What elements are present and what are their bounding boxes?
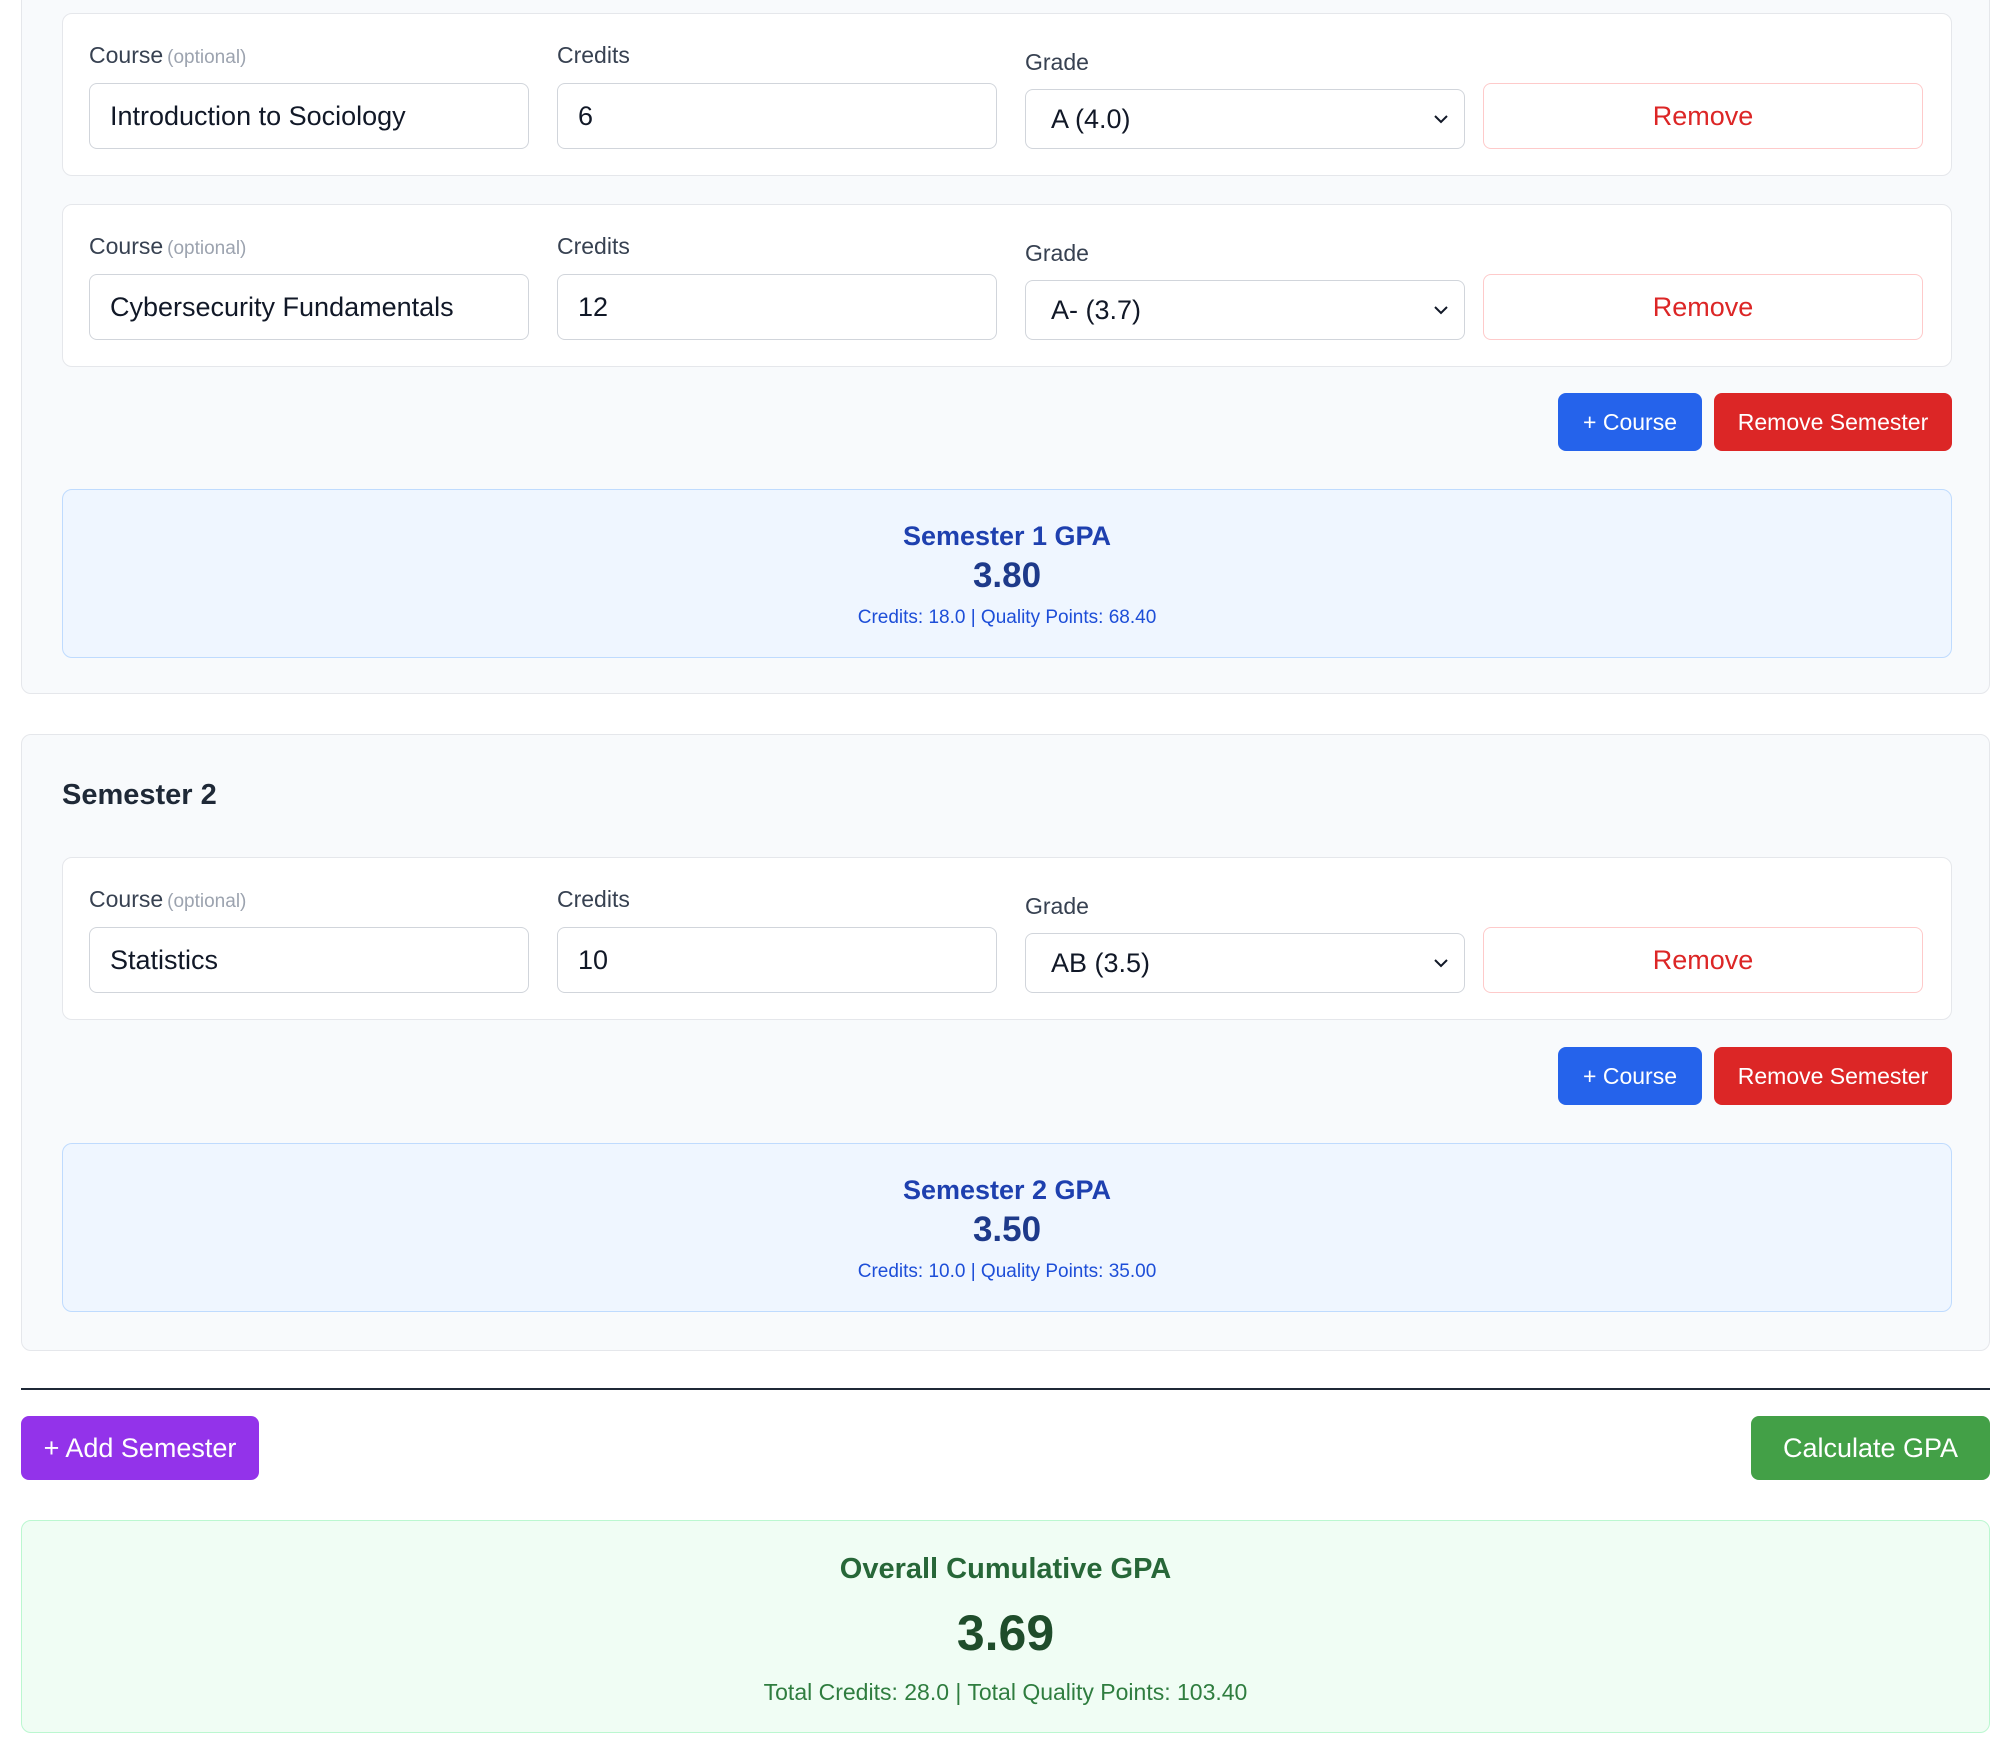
optional-hint: (optional) [167, 47, 247, 68]
optional-hint: (optional) [167, 891, 247, 912]
chevron-down-icon [1434, 115, 1448, 124]
semester-gpa-box: Semester 2 GPA 3.50 Credits: 10.0 | Qual… [62, 1143, 1952, 1312]
grade-select-value: A- (3.7) [1051, 295, 1142, 325]
semester-title: Semester 2 [62, 779, 217, 811]
course-label: Course (optional) [89, 886, 247, 912]
remove-semester-button[interactable]: Remove Semester [1714, 1047, 1952, 1105]
remove-course-button[interactable]: Remove [1483, 83, 1923, 149]
overall-gpa-value: 3.69 [956, 1605, 1055, 1661]
add-course-button[interactable]: + Course [1558, 393, 1702, 451]
grade-select[interactable]: A- (3.7) [1025, 280, 1465, 340]
semester-gpa-details: Credits: 10.0 | Quality Points: 35.00 [857, 1261, 1157, 1282]
course-name-input[interactable] [89, 83, 529, 149]
calculate-gpa-button[interactable]: Calculate GPA [1751, 1416, 1990, 1480]
course-row: Course(optional) Credits Grade A (4.0) R… [62, 13, 1952, 176]
course-name-input[interactable] [89, 927, 529, 993]
credits-label: Credits [557, 42, 630, 68]
credits-input[interactable] [557, 927, 997, 993]
semester-gpa-label: Semester 1 GPA [902, 521, 1112, 551]
grade-label: Grade [1025, 893, 1089, 919]
course-label: Course (optional) [89, 233, 247, 259]
grade-select[interactable]: AB (3.5) [1025, 933, 1465, 993]
course-label: Course (optional) [89, 42, 247, 68]
semester-gpa-value: 3.80 [972, 556, 1042, 595]
course-row: Course(optional) Credits Grade AB (3.5) … [62, 857, 1952, 1020]
chevron-down-icon [1434, 306, 1448, 315]
grade-select[interactable]: A (4.0) [1025, 89, 1465, 149]
chevron-down-icon [1434, 959, 1448, 968]
semester-gpa-box: Semester 1 GPA 3.80 Credits: 18.0 | Qual… [62, 489, 1952, 658]
overall-gpa-box: Overall Cumulative GPA 3.69 Total Credit… [21, 1520, 1990, 1733]
credits-label: Credits [557, 233, 630, 259]
divider [21, 1388, 1990, 1390]
grade-label: Grade [1025, 240, 1089, 266]
grade-select-value: A (4.0) [1051, 104, 1131, 134]
semester-card-2: Semester 2 Course(optional) Credits Grad… [21, 734, 1990, 1351]
remove-course-button[interactable]: Remove [1483, 274, 1923, 340]
remove-course-button[interactable]: Remove [1483, 927, 1923, 993]
credits-input[interactable] [557, 83, 997, 149]
semester-gpa-details: Credits: 18.0 | Quality Points: 68.40 [857, 607, 1157, 628]
course-name-input[interactable] [89, 274, 529, 340]
credits-input[interactable] [557, 274, 997, 340]
semester-gpa-label: Semester 2 GPA [902, 1175, 1112, 1205]
add-course-button[interactable]: + Course [1558, 1047, 1702, 1105]
credits-label: Credits [557, 886, 630, 912]
optional-hint: (optional) [167, 238, 247, 259]
add-semester-button[interactable]: + Add Semester [21, 1416, 259, 1480]
semester-card-1: Course(optional) Credits Grade A (4.0) R… [21, 0, 1990, 694]
remove-semester-button[interactable]: Remove Semester [1714, 393, 1952, 451]
grade-label: Grade [1025, 49, 1089, 75]
overall-gpa-details: Total Credits: 28.0 | Total Quality Poin… [763, 1679, 1248, 1705]
overall-gpa-label: Overall Cumulative GPA [839, 1553, 1172, 1585]
course-row: Course(optional) Credits Grade A- (3.7) … [62, 204, 1952, 367]
grade-select-value: AB (3.5) [1051, 948, 1151, 978]
semester-gpa-value: 3.50 [972, 1210, 1042, 1249]
